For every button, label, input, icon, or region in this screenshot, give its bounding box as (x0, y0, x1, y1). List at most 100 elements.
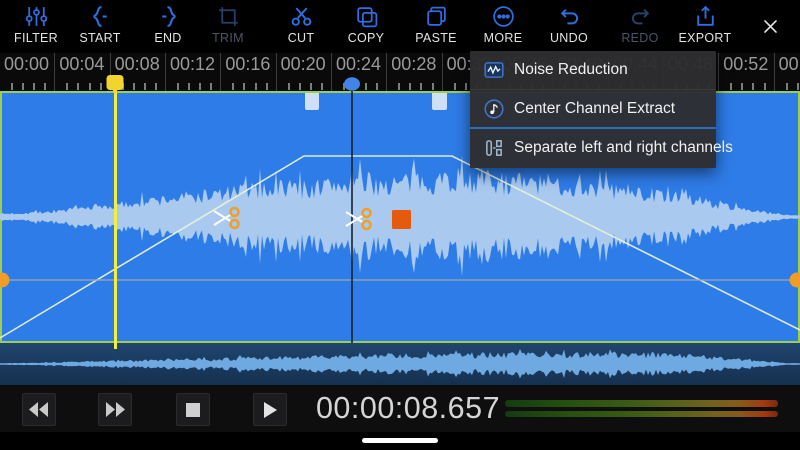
end-label: END (154, 31, 181, 45)
start-label: START (79, 31, 120, 45)
paste-button[interactable]: PASTE (403, 4, 469, 52)
center-channel-icon (483, 98, 505, 120)
ruler-time-label: 00:12 (170, 54, 215, 75)
rewind-button[interactable] (22, 393, 56, 426)
ruler-tick (255, 83, 257, 90)
ruler-time-label: 00:00 (4, 54, 49, 75)
filter-button[interactable]: FILTER (3, 4, 69, 52)
selection-start-button[interactable]: START (67, 4, 133, 52)
overview-strip[interactable] (0, 343, 800, 385)
copy-label: COPY (348, 31, 385, 45)
ruler-cell[interactable]: 00:20 (277, 53, 332, 91)
ruler-cell[interactable]: 00:52 (719, 53, 774, 91)
play-icon (263, 402, 277, 418)
undo-label: UNDO (550, 31, 588, 45)
export-icon (693, 4, 718, 29)
edit-marker-tab[interactable] (432, 93, 447, 110)
ruler-time-label: 00:16 (225, 54, 270, 75)
edit-marker-tab[interactable] (305, 93, 319, 110)
trim-icon (216, 4, 241, 29)
ruler-tick (365, 83, 367, 90)
menu-item-separate-channels[interactable]: Separate left and right channels (470, 127, 716, 166)
ruler-tick (188, 83, 190, 90)
ruler-tick (210, 83, 212, 90)
playhead-dot[interactable] (343, 76, 361, 92)
level-meter-right (505, 411, 778, 417)
overview-waveform[interactable] (0, 343, 800, 385)
ruler-tick (44, 83, 46, 90)
fast-forward-icon (104, 402, 126, 417)
ruler-tick (310, 83, 312, 90)
paste-label: PASTE (415, 31, 457, 45)
stop-button[interactable] (176, 393, 210, 426)
play-button[interactable] (253, 393, 287, 426)
ruler-cell[interactable]: 00:56 (775, 53, 800, 91)
export-button[interactable]: EXPORT (672, 4, 738, 52)
ruler-time-label: 00:20 (281, 54, 326, 75)
selection-end-button[interactable]: END (135, 4, 201, 52)
ruler-tick (465, 83, 467, 90)
ruler-tick (89, 83, 91, 90)
ruler-tick (730, 83, 732, 90)
ruler-cell[interactable]: 00:28 (387, 53, 442, 91)
home-indicator[interactable] (362, 438, 438, 443)
stop-icon (186, 403, 200, 417)
ruler-tick (133, 83, 135, 90)
ruler-time-label: 00:08 (115, 54, 160, 75)
level-meter-left (505, 400, 778, 407)
ruler-time-label: 00:24 (336, 54, 381, 75)
ruler-tick (77, 83, 79, 90)
ruler-cell[interactable]: 00:04 (55, 53, 110, 91)
copy-button[interactable]: COPY (333, 4, 399, 52)
more-dropdown-menu: Noise Reduction Center Channel Extract S… (470, 51, 716, 168)
ruler-tick (398, 83, 400, 90)
ruler-time-label: 00:04 (59, 54, 104, 75)
ruler-tick (33, 83, 35, 90)
selection-start-line[interactable] (114, 91, 117, 349)
more-button[interactable]: MORE (470, 4, 536, 52)
ruler-tick (11, 83, 13, 90)
ruler-cell[interactable]: 00:12 (166, 53, 221, 91)
cut-label: CUT (288, 31, 315, 45)
ruler-tick (454, 83, 456, 90)
menu-item-label: Separate left and right channels (514, 139, 733, 157)
ruler-tick (741, 83, 743, 90)
ruler-cell[interactable]: 00:00 (0, 53, 55, 91)
ruler-tick (786, 83, 788, 90)
ruler-tick (100, 83, 102, 90)
volume-handle-left[interactable] (0, 273, 10, 288)
start-brace-icon (88, 4, 113, 29)
ruler-time-label: 00:28 (391, 54, 436, 75)
cut-button[interactable]: CUT (268, 4, 334, 52)
menu-item-center-channel-extract[interactable]: Center Channel Extract (470, 89, 716, 127)
start-marker-pin[interactable] (105, 74, 125, 100)
ruler-tick (66, 83, 68, 90)
trim-label: TRIM (212, 31, 244, 45)
ruler-tick (199, 83, 201, 90)
menu-item-label: Noise Reduction (514, 61, 628, 79)
cut-marker-scissors[interactable] (343, 205, 375, 233)
ruler-time-label: 00:56 (779, 54, 800, 75)
redo-icon (628, 4, 653, 29)
copy-icon (354, 4, 379, 29)
undo-button[interactable]: UNDO (536, 4, 602, 52)
end-brace-icon (156, 4, 181, 29)
ruler-tick (22, 83, 24, 90)
fast-forward-button[interactable] (98, 393, 132, 426)
ruler-tick (243, 83, 245, 90)
cut-marker-scissors[interactable] (211, 204, 243, 232)
bottom-bar (0, 432, 800, 450)
paste-icon (424, 4, 449, 29)
volume-handle-right[interactable] (790, 273, 800, 288)
ruler-tick (797, 83, 799, 90)
more-icon (491, 4, 516, 29)
close-button[interactable] (752, 8, 788, 44)
ruler-tick (376, 83, 378, 90)
transport-bar: 00:00:08.657 (0, 385, 800, 432)
trim-button: TRIM (195, 4, 261, 52)
filter-label: FILTER (14, 31, 58, 45)
menu-item-noise-reduction[interactable]: Noise Reduction (470, 51, 716, 89)
clip-segment-handle[interactable] (392, 210, 411, 229)
ruler-cell[interactable]: 00:16 (221, 53, 276, 91)
ruler-tick (144, 83, 146, 90)
